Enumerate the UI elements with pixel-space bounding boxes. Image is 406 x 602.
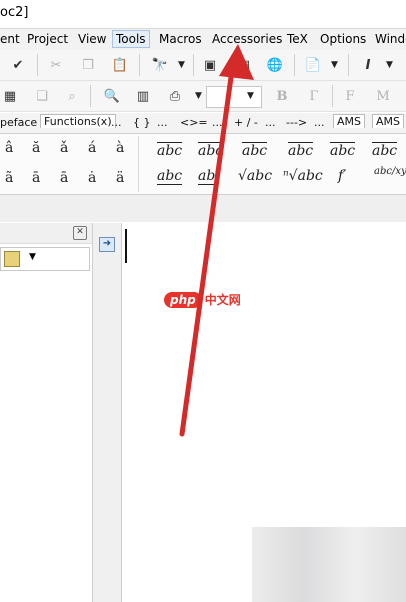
annotation-arrow-head [219, 44, 254, 80]
annotation-arrow-icon [179, 44, 254, 437]
annotation-arrow-shaft [179, 67, 235, 437]
